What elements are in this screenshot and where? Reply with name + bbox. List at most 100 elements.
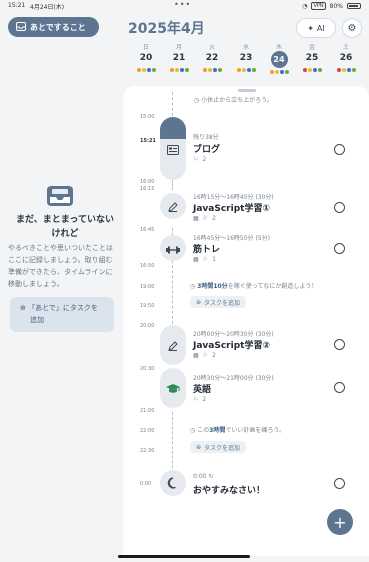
- week-day-21[interactable]: 月 21: [164, 42, 194, 72]
- progress-fill: [160, 117, 186, 139]
- graduation-cap-icon: [166, 379, 180, 398]
- subtask-count: 2: [212, 215, 216, 222]
- category-dot: [284, 70, 289, 74]
- category-dot: [346, 68, 351, 72]
- category-dot: [312, 68, 317, 72]
- add-task-button[interactable]: ⊕ タスクを追加: [190, 296, 247, 308]
- task-meta: ⚐ 2: [193, 156, 206, 163]
- day-number: 25: [305, 53, 319, 63]
- week-day-24[interactable]: 木 24: [264, 42, 294, 74]
- week-day-25[interactable]: 金 25: [297, 42, 327, 72]
- plus-circle-icon: ⊕: [196, 443, 202, 451]
- day-number: 22: [205, 53, 219, 63]
- task-title[interactable]: ブログ: [193, 142, 220, 155]
- repeat-icon: ↻: [208, 473, 214, 480]
- category-dot: [202, 68, 207, 72]
- plus-circle-icon: ⊕: [196, 298, 202, 306]
- add-task-button[interactable]: ⊕ タスクを追加: [190, 441, 247, 453]
- time-label: 19:50: [140, 303, 155, 309]
- status-icons: ◔ VPN 80%: [302, 2, 361, 10]
- category-dot: [217, 68, 222, 72]
- timeline-connector: [172, 260, 173, 324]
- category-dot: [302, 68, 307, 72]
- task-title[interactable]: JavaScript学習②: [193, 338, 270, 351]
- weekday-label: 日: [142, 44, 149, 51]
- inbox-tray-icon: [46, 185, 74, 207]
- month-title[interactable]: 2025年4月: [128, 18, 205, 38]
- task-icon-workout[interactable]: [160, 235, 186, 261]
- empty-state-title-line2: けれど: [51, 229, 79, 239]
- week-day-20[interactable]: 日 20: [131, 42, 161, 72]
- category-dot: [336, 68, 341, 72]
- task-category-dots: [131, 68, 161, 72]
- settings-button[interactable]: ⚙: [342, 18, 362, 38]
- task-meta: ▦ ⚐ 1: [193, 256, 216, 263]
- free-time-text: を稼ぐ使ってなにか創造しよう！: [227, 283, 318, 290]
- add-task-label: タスクを追加: [204, 299, 241, 307]
- category-dot: [141, 68, 146, 72]
- subtask-icon: ⚐: [202, 215, 209, 222]
- task-time: 0:00 ↻: [193, 473, 213, 480]
- task-icon-english[interactable]: [160, 368, 186, 408]
- task-icon-pill-blog[interactable]: [160, 117, 186, 180]
- ai-button[interactable]: ✦ AI: [296, 18, 336, 38]
- task-icon-javascript-2[interactable]: [160, 325, 186, 365]
- task-time: 20時00分〜20時30分 (30分): [193, 331, 274, 338]
- add-later-task-button[interactable]: ⊕ 「あとで」にタスクを 追加: [10, 297, 114, 332]
- day-number: 21: [172, 53, 186, 63]
- ai-label: AI: [316, 23, 325, 33]
- week-day-26[interactable]: 土 26: [331, 42, 361, 72]
- category-dot: [269, 70, 274, 74]
- time-label: 15:00: [140, 114, 155, 120]
- status-bar: 15:21 4月24日(木) ••• ◔ VPN 80%: [0, 0, 369, 12]
- pencil-icon: [168, 197, 178, 216]
- timeline-connector: [172, 92, 173, 116]
- week-day-23[interactable]: 水 23: [231, 42, 261, 72]
- week-strip: 日 20 月 21 火 22 水 23 木 24 金 25 土 26: [130, 42, 362, 82]
- calendar-icon: ▦: [193, 256, 199, 263]
- task-icon-javascript-1[interactable]: [160, 193, 186, 219]
- subtask-count: 2: [202, 156, 207, 163]
- status-date: 4月24日(木): [30, 4, 65, 11]
- task-complete-checkbox[interactable]: [334, 144, 345, 155]
- weekday-label: 土: [342, 44, 349, 51]
- sparkle-icon: ✦: [307, 23, 314, 33]
- later-tasks-button[interactable]: あとですること: [8, 17, 99, 37]
- free-time-duration: 3時間: [209, 427, 226, 434]
- task-complete-checkbox[interactable]: [334, 202, 345, 213]
- category-dot: [341, 68, 346, 72]
- time-label: 20:30: [140, 366, 155, 372]
- subtask-icon: ⚐: [202, 352, 209, 359]
- task-title[interactable]: おやすみなさい！: [193, 483, 265, 496]
- time-label: 16:45: [140, 227, 155, 233]
- later-tasks-label: あとですること: [30, 22, 86, 32]
- task-complete-checkbox[interactable]: [334, 382, 345, 393]
- task-time: 残り38分: [193, 134, 219, 141]
- subtask-icon: ⚐: [202, 256, 209, 263]
- task-title[interactable]: JavaScript学習①: [193, 201, 270, 214]
- task-title[interactable]: 英語: [193, 382, 211, 395]
- home-indicator[interactable]: [118, 555, 250, 558]
- week-day-22[interactable]: 火 22: [197, 42, 227, 72]
- task-category-dots: [331, 68, 361, 72]
- subtask-count: 2: [202, 396, 207, 403]
- day-number: 24: [270, 51, 288, 68]
- multitask-dots[interactable]: •••: [174, 0, 191, 9]
- task-time: 16時45分〜16時50分 (5分): [193, 235, 270, 242]
- task-title[interactable]: 筋トレ: [193, 242, 220, 255]
- status-time: 15:21: [8, 2, 26, 9]
- task-complete-checkbox[interactable]: [334, 478, 345, 489]
- time-label: 20:00: [140, 323, 155, 329]
- task-time-value: 0:00: [193, 473, 207, 480]
- moon-icon: [167, 474, 179, 493]
- category-dot: [136, 68, 141, 72]
- task-icon-sleep[interactable]: [160, 470, 186, 496]
- day-number: 23: [239, 53, 253, 63]
- task-complete-checkbox[interactable]: [334, 339, 345, 350]
- sheet-grabber[interactable]: [238, 89, 256, 92]
- task-complete-checkbox[interactable]: [334, 243, 345, 254]
- task-category-dots: [197, 68, 227, 72]
- battery-percent: 80%: [329, 2, 343, 10]
- task-category-dots: [231, 68, 261, 72]
- add-task-fab[interactable]: +: [327, 509, 353, 535]
